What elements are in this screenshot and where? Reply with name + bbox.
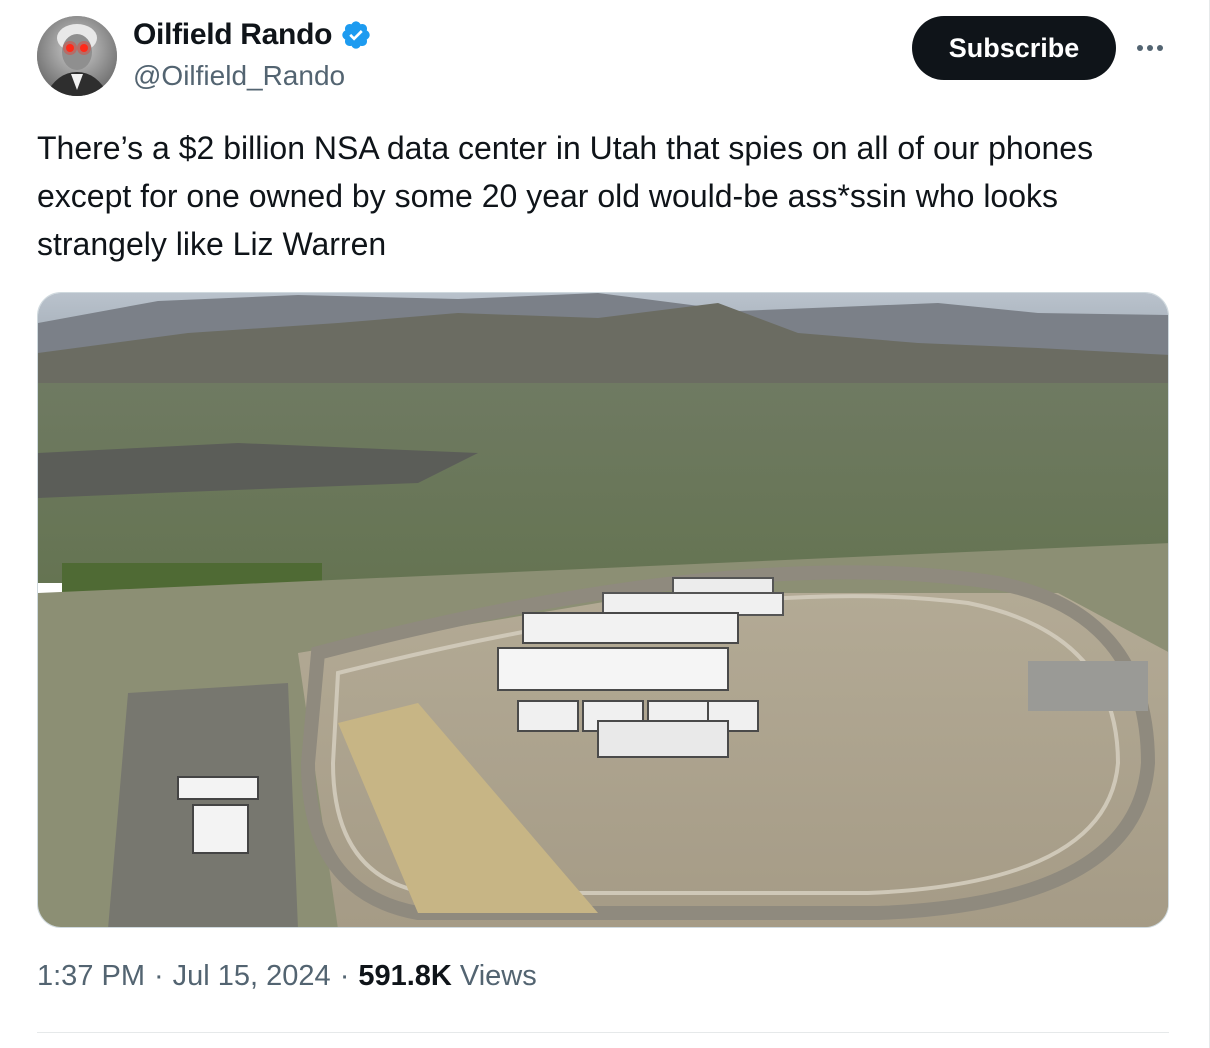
tweet-meta: 1:37 PM · Jul 15, 2024 · 591.8K Views [37, 960, 537, 993]
tweet-date[interactable]: Jul 15, 2024 [173, 960, 331, 993]
views-label: Views [459, 960, 537, 992]
author-name-row: Oilfield Rando [133, 18, 372, 52]
subscribe-button[interactable]: Subscribe [912, 16, 1116, 80]
author-handle[interactable]: @Oilfield_Rando [133, 60, 345, 92]
more-dot [1137, 45, 1143, 51]
aerial-photo-image [38, 293, 1168, 927]
tweet-time[interactable]: 1:37 PM [37, 960, 145, 993]
avatar[interactable] [37, 16, 117, 96]
author-display-name[interactable]: Oilfield Rando [133, 18, 332, 52]
tweet-media-photo[interactable] [37, 292, 1169, 928]
more-icon[interactable] [1130, 30, 1170, 66]
verified-badge-icon[interactable] [340, 19, 372, 51]
meta-separator: · [154, 960, 164, 992]
meta-separator: · [339, 960, 350, 992]
more-dot [1147, 45, 1153, 51]
divider [37, 1032, 1169, 1033]
views-count: 591.8K [358, 960, 452, 992]
tweet-text: There’s a $2 billion NSA data center in … [37, 130, 1094, 262]
more-dot [1157, 45, 1163, 51]
tweet-card: Oilfield Rando @Oilfield_Rando Subscribe… [0, 0, 1210, 1048]
avatar-image [37, 16, 117, 96]
